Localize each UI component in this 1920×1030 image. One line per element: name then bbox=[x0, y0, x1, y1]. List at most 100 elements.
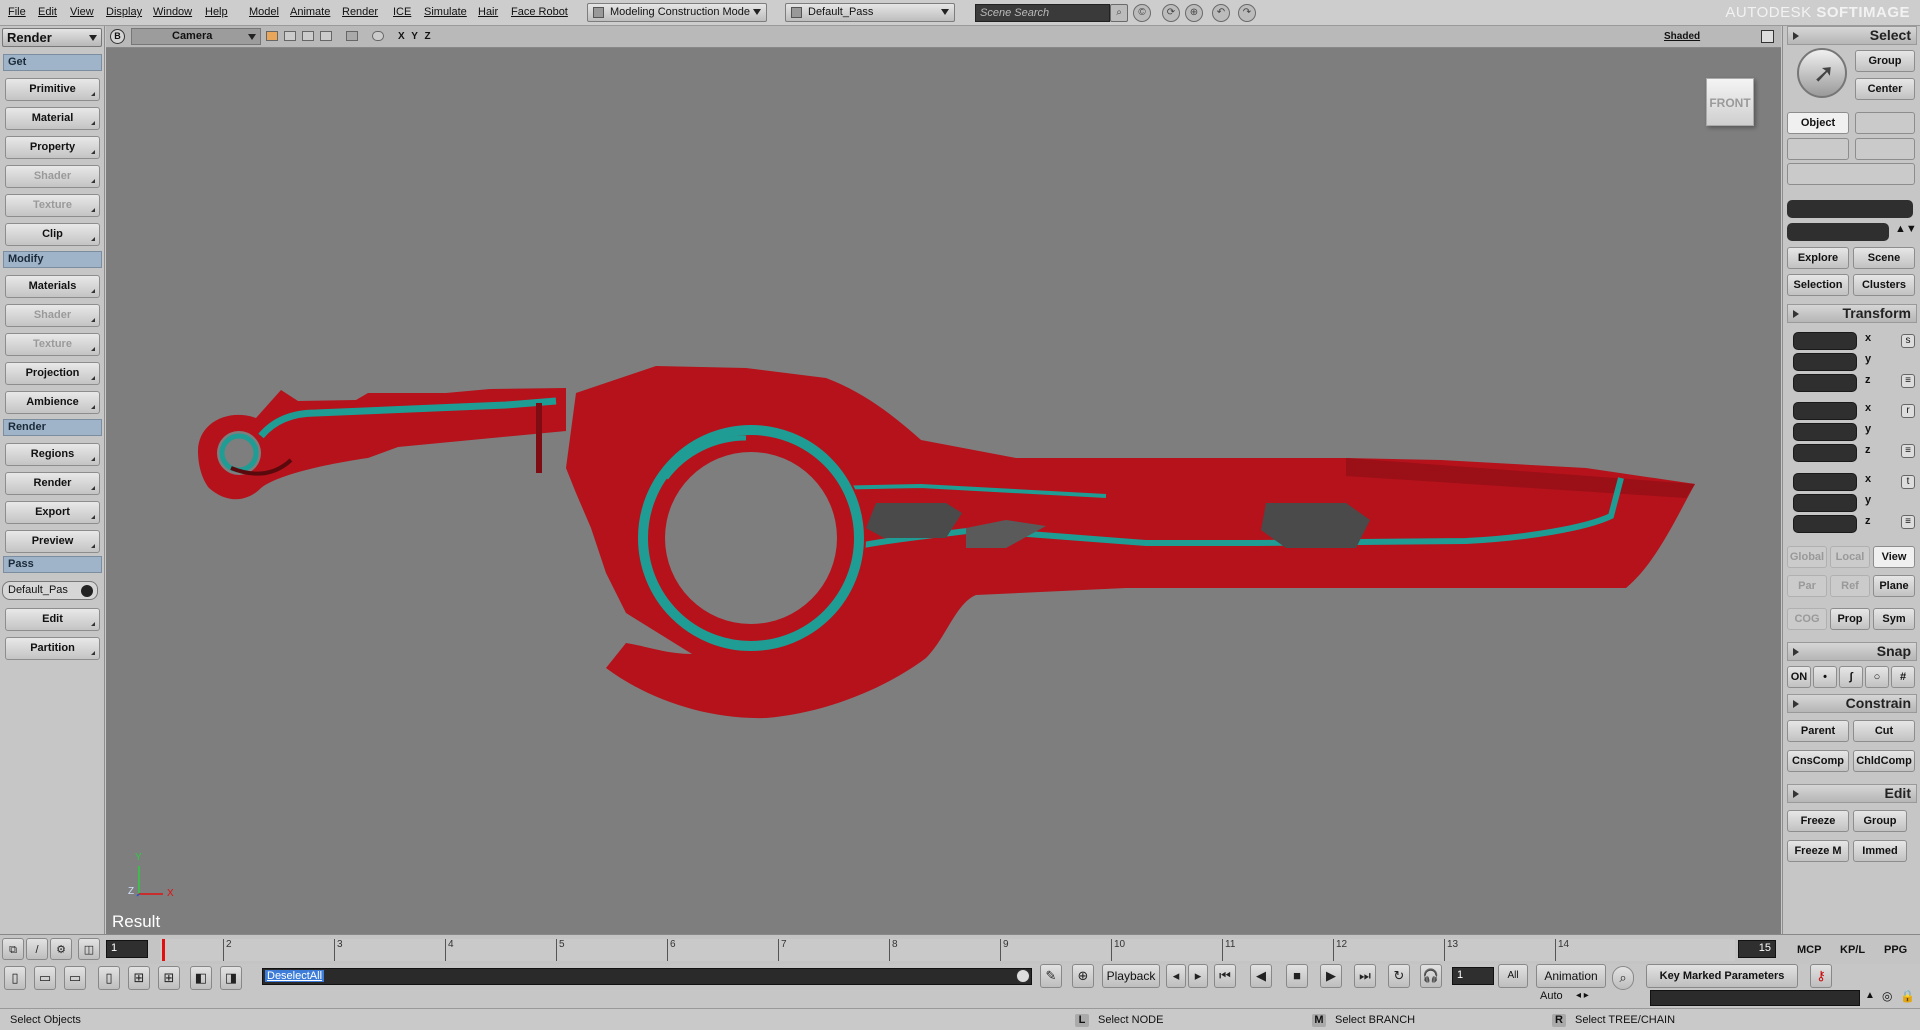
property-button[interactable]: Property bbox=[5, 136, 100, 159]
rotate-lock-icon[interactable]: ≡ bbox=[1901, 444, 1915, 458]
tool-icon[interactable]: / bbox=[26, 938, 48, 960]
lock-icon[interactable]: 🔒 bbox=[1900, 989, 1915, 1003]
layout-icon[interactable]: ⧉ bbox=[2, 938, 24, 960]
playhead[interactable] bbox=[162, 939, 165, 961]
3d-viewport[interactable]: FRONT Y Z X Result bbox=[106, 48, 1781, 934]
regions-button[interactable]: Regions bbox=[5, 443, 100, 466]
clear-search-icon[interactable]: © bbox=[1133, 4, 1151, 22]
tab-mcp[interactable]: MCP bbox=[1797, 944, 1821, 956]
render-button[interactable]: Render bbox=[5, 472, 100, 495]
gear-icon[interactable]: ⚙ bbox=[50, 938, 72, 960]
menu-file[interactable]: File bbox=[8, 6, 26, 18]
redo-icon[interactable]: ↷ bbox=[1238, 4, 1256, 22]
selection-button[interactable]: Selection bbox=[1787, 274, 1849, 296]
export-button[interactable]: Export bbox=[5, 501, 100, 524]
cnscomp-button[interactable]: CnsComp bbox=[1787, 750, 1849, 772]
pass-dropdown[interactable]: Default_Pas bbox=[2, 581, 98, 600]
pass-select[interactable]: Default_Pass bbox=[785, 3, 955, 22]
undo-icon[interactable]: ↶ bbox=[1212, 4, 1230, 22]
mixer-field[interactable] bbox=[1650, 990, 1860, 1006]
display-mode-menu[interactable]: Shaded bbox=[1664, 31, 1700, 42]
select-filter-button-2[interactable] bbox=[1787, 138, 1849, 160]
section-get[interactable]: Get bbox=[3, 54, 102, 71]
scene-button[interactable]: Scene bbox=[1853, 247, 1915, 269]
prev-key-icon[interactable]: ◂ bbox=[1166, 964, 1186, 988]
playback-menu-button[interactable]: Playback bbox=[1102, 964, 1160, 988]
current-frame-field[interactable]: 1 bbox=[1452, 967, 1494, 985]
chldcomp-button[interactable]: ChldComp bbox=[1853, 750, 1915, 772]
cut-button[interactable]: Cut bbox=[1853, 720, 1915, 742]
preview-button[interactable]: Preview bbox=[5, 530, 100, 553]
select-filter-button[interactable] bbox=[1855, 112, 1915, 134]
ambience-button[interactable]: Ambience bbox=[5, 391, 100, 414]
materials-button[interactable]: Materials bbox=[5, 275, 100, 298]
texture-button[interactable]: Texture bbox=[5, 194, 100, 217]
section-render[interactable]: Render bbox=[3, 419, 102, 436]
layout-quad-icon[interactable]: ⊞ bbox=[128, 966, 150, 990]
script-editor-icon[interactable]: ✎ bbox=[1040, 964, 1062, 988]
edit-group-button[interactable]: Group bbox=[1853, 810, 1907, 832]
translate-y-field[interactable] bbox=[1793, 494, 1857, 512]
freeze-button[interactable]: Freeze bbox=[1787, 810, 1849, 832]
viewport-memo-icon[interactable] bbox=[320, 31, 332, 41]
search-icon[interactable]: ⌕ bbox=[1110, 4, 1128, 22]
select-group-button[interactable]: Group bbox=[1855, 50, 1915, 72]
timeline-track[interactable]: 2 3 4 5 6 7 8 9 10 11 12 13 14 bbox=[160, 939, 1735, 961]
transform-section-header[interactable]: Transform bbox=[1787, 304, 1917, 323]
scale-lock-icon[interactable]: ≡ bbox=[1901, 374, 1915, 388]
translate-z-field[interactable] bbox=[1793, 515, 1857, 533]
play-forward-icon[interactable]: ▶ bbox=[1320, 964, 1342, 988]
select-filter-button-3[interactable] bbox=[1855, 138, 1915, 160]
section-modify[interactable]: Modify bbox=[3, 251, 102, 268]
layout-top-icon[interactable]: ▭ bbox=[34, 966, 56, 990]
selection-arrows-icon[interactable]: ▲▼ bbox=[1895, 223, 1917, 235]
modify-texture-button[interactable]: Texture bbox=[5, 333, 100, 356]
menu-model[interactable]: Model bbox=[249, 6, 279, 18]
clip-button[interactable]: Clip bbox=[5, 223, 100, 246]
rotate-z-field[interactable] bbox=[1793, 444, 1857, 462]
cog-button[interactable]: COG bbox=[1787, 608, 1827, 630]
explore-button[interactable]: Explore bbox=[1787, 247, 1849, 269]
section-pass[interactable]: Pass bbox=[3, 556, 102, 573]
layout-right-icon[interactable]: ▯ bbox=[98, 966, 120, 990]
projection-button[interactable]: Projection bbox=[5, 362, 100, 385]
select-filter-dropdown[interactable] bbox=[1787, 163, 1915, 185]
snap-section-header[interactable]: Snap bbox=[1787, 642, 1917, 661]
camera-icon[interactable] bbox=[346, 31, 358, 41]
layout-single-icon[interactable]: ▯ bbox=[4, 966, 26, 990]
modify-shader-button[interactable]: Shader bbox=[5, 304, 100, 327]
viewport-memo-icon[interactable] bbox=[266, 31, 278, 41]
layout-bottom-icon[interactable]: ▭ bbox=[64, 966, 86, 990]
translate-lock-icon[interactable]: ≡ bbox=[1901, 515, 1915, 529]
menu-help[interactable]: Help bbox=[205, 6, 228, 18]
select-tool-button[interactable]: ➚ bbox=[1797, 48, 1847, 98]
view-button[interactable]: View bbox=[1873, 546, 1915, 568]
construction-mode-select[interactable]: Modeling Construction Mode bbox=[587, 3, 767, 22]
translate-tool-icon[interactable]: t bbox=[1901, 475, 1915, 489]
snap-point-icon[interactable]: • bbox=[1813, 666, 1837, 688]
layout-split-icon[interactable]: ◧ bbox=[190, 966, 212, 990]
menu-render[interactable]: Render bbox=[342, 6, 378, 18]
select-center-button[interactable]: Center bbox=[1855, 78, 1915, 100]
timeline-end-frame[interactable]: 15 bbox=[1738, 940, 1776, 958]
menu-face-robot[interactable]: Face Robot bbox=[511, 6, 568, 18]
menu-ice[interactable]: ICE bbox=[393, 6, 411, 18]
scale-tool-icon[interactable]: s bbox=[1901, 334, 1915, 348]
edit-section-header[interactable]: Edit bbox=[1787, 784, 1917, 803]
shader-button[interactable]: Shader bbox=[5, 165, 100, 188]
ref-button[interactable]: Ref bbox=[1830, 575, 1870, 597]
select-object-button[interactable]: Object bbox=[1787, 112, 1849, 134]
layout-mixed-icon[interactable]: ◨ bbox=[220, 966, 242, 990]
mixer-up-icon[interactable]: ▲ bbox=[1865, 990, 1875, 1001]
material-button[interactable]: Material bbox=[5, 107, 100, 130]
local-button[interactable]: Local bbox=[1830, 546, 1870, 568]
auto-key-arrows[interactable]: ◂ ▸ bbox=[1576, 990, 1589, 1001]
viewport-memo-icon[interactable] bbox=[302, 31, 314, 41]
immed-button[interactable]: Immed bbox=[1853, 840, 1907, 862]
prop-button[interactable]: Prop bbox=[1830, 608, 1870, 630]
menu-animate[interactable]: Animate bbox=[290, 6, 330, 18]
scene-refresh-icon[interactable]: ⟳ bbox=[1162, 4, 1180, 22]
pass-edit-button[interactable]: Edit bbox=[5, 608, 100, 631]
toolbar-switcher[interactable]: Render bbox=[2, 28, 102, 47]
clusters-button[interactable]: Clusters bbox=[1853, 274, 1915, 296]
